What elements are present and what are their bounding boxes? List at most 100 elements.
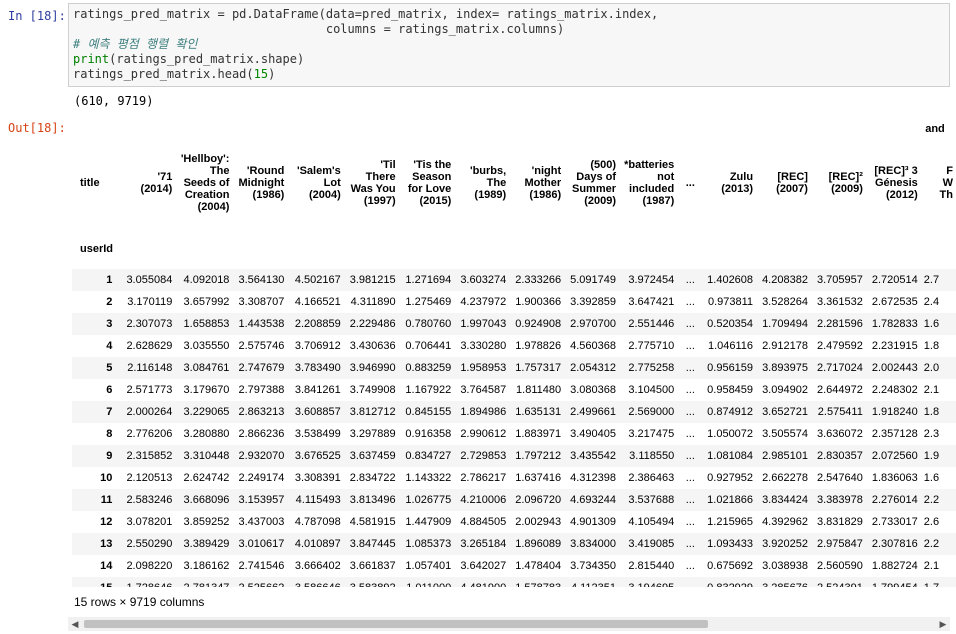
header-spacer	[811, 117, 866, 141]
table-cell: 3.893975	[756, 357, 811, 379]
scroll-left-arrow-icon[interactable]: ◀	[70, 619, 80, 629]
table-cell: 3.705957	[810, 269, 866, 291]
table-cell: 3.118550	[619, 445, 678, 467]
table-cell: 2.7	[920, 269, 956, 291]
table-cell: 2.776206	[120, 423, 176, 445]
table-cell: 3.186162	[175, 555, 233, 577]
scrollbar-thumb[interactable]	[84, 620, 708, 628]
table-cell: 1.026775	[398, 489, 455, 511]
row-index: 1	[72, 269, 121, 291]
table-cell: 2.072560	[865, 445, 921, 467]
table-row: 12 3.078201 3.859252 3.437003 4.787098 4.5819…	[72, 511, 956, 533]
table-cell: 2.248302	[865, 379, 921, 401]
head-close: )	[268, 67, 276, 81]
stdout-output: (610, 9719)	[74, 94, 154, 108]
column-header: [REC] (2007)	[776, 171, 808, 195]
table-cell: 3.637459	[343, 445, 399, 467]
head-arg: 15	[253, 67, 269, 81]
horizontal-scrollbar[interactable]: ◀ ▶	[68, 617, 950, 631]
table-cell: 2.551446	[619, 313, 678, 335]
table-cell: 2.499661	[564, 401, 620, 423]
table-cell: 2.741546	[232, 555, 288, 577]
table-cell: 2.1	[920, 555, 956, 577]
table-cell: 3.831829	[810, 511, 866, 533]
table-cell: 3.847445	[343, 533, 399, 555]
table-cell: 1.447909	[398, 511, 455, 533]
table-cell: 1.143322	[398, 467, 455, 489]
table-cell: 0.874912	[703, 401, 757, 423]
table-cell: 3.078201	[120, 511, 176, 533]
table-row: 3 2.307073 1.658853 1.443538 2.208859 2.22948…	[72, 313, 956, 335]
column-header-row: title '71 (2014) 'Hellboy': The Seeds of C…	[72, 141, 956, 225]
table-cell: 1.757317	[509, 357, 565, 379]
row-index: 11	[72, 489, 121, 511]
index-row-spacer	[756, 225, 811, 269]
table-cell: 1.978826	[509, 335, 565, 357]
table-cell: 4.312398	[564, 467, 620, 489]
table-cell: 3.505574	[756, 423, 811, 445]
scroll-right-arrow-icon[interactable]: ▶	[938, 619, 948, 629]
table-cell: 3.094902	[756, 379, 811, 401]
column-header: [REC]² (2009)	[828, 171, 863, 195]
table-cell: 1.882724	[865, 555, 921, 577]
index-row-spacer	[344, 225, 399, 269]
header-spacer	[619, 117, 677, 141]
table-cell: 3.430636	[343, 335, 399, 357]
table-cell: 5.091749	[564, 269, 620, 291]
table-cell: 3.706912	[287, 335, 344, 357]
table-cell: 2.575746	[232, 335, 288, 357]
table-cell: 0.780760	[398, 313, 455, 335]
table-cell: 4.901309	[564, 511, 620, 533]
table-row: 4 2.628629 3.035550 2.575746 3.706912 3.43063…	[72, 335, 956, 357]
ellipsis-cell: ...	[677, 445, 704, 467]
row-index: 3	[72, 313, 121, 335]
table-cell: 4.112351	[564, 577, 620, 587]
table-cell: 2.120513	[120, 467, 176, 489]
index-row-spacer	[399, 225, 455, 269]
table-cell: 0.916358	[398, 423, 455, 445]
table-cell: 1.215965	[703, 511, 757, 533]
table-cell: 1.478404	[509, 555, 565, 577]
table-cell: 1.896089	[509, 533, 565, 555]
table-cell: 3.834424	[756, 489, 811, 511]
table-row: 5 2.116148 3.084761 2.747679 3.783490 3.94699…	[72, 357, 956, 379]
table-cell: 3.104500	[619, 379, 678, 401]
column-header: F W Th	[939, 165, 953, 201]
table-cell: 2.357128	[865, 423, 921, 445]
code-cell-editor[interactable]: ratings_pred_matrix = pd.DataFrame(data=…	[68, 3, 950, 87]
table-cell: 2.717024	[810, 357, 866, 379]
table-cell: 3.055084	[120, 269, 176, 291]
table-cell: 3.652721	[756, 401, 811, 423]
table-cell: 2.386463	[619, 467, 678, 489]
table-cell: 2.560590	[810, 555, 866, 577]
table-cell: 3.080368	[564, 379, 620, 401]
table-cell: 3.419085	[619, 533, 678, 555]
row-index: 13	[72, 533, 121, 555]
table-cell: 3.972454	[619, 269, 678, 291]
table-cell: 3.010617	[232, 533, 288, 555]
table-cell: 2.662278	[756, 467, 811, 489]
table-cell: 4.560368	[564, 335, 620, 357]
table-cell: 1.578783	[509, 577, 565, 587]
index-row-spacer	[564, 225, 619, 269]
table-cell: 3.946990	[343, 357, 399, 379]
index-row-spacer	[921, 225, 956, 269]
column-header: '71 (2014)	[140, 171, 173, 195]
table-cell: 4.010897	[287, 533, 344, 555]
column-header: 'Round Midnight (1986)	[238, 165, 285, 201]
table-cell: 1.918240	[865, 401, 921, 423]
table-cell: 1.021866	[703, 489, 757, 511]
table-cell: 2.834722	[343, 467, 399, 489]
ellipsis-cell: ...	[677, 401, 704, 423]
ellipsis-cell: ...	[677, 467, 704, 489]
table-cell: 2.307073	[120, 313, 176, 335]
table-cell: 3.657992	[175, 291, 233, 313]
table-cell: 2.000264	[120, 401, 176, 423]
header-spacer	[344, 117, 399, 141]
table-cell: 0.675692	[703, 555, 757, 577]
table-row: 7 2.000264 3.229065 2.863213 3.608857 3.81271…	[72, 401, 956, 423]
table-cell: 3.586646	[287, 577, 344, 587]
table-cell: 3.437003	[232, 511, 288, 533]
ellipsis-cell: ...	[677, 555, 704, 577]
table-cell: 1.709494	[756, 313, 811, 335]
